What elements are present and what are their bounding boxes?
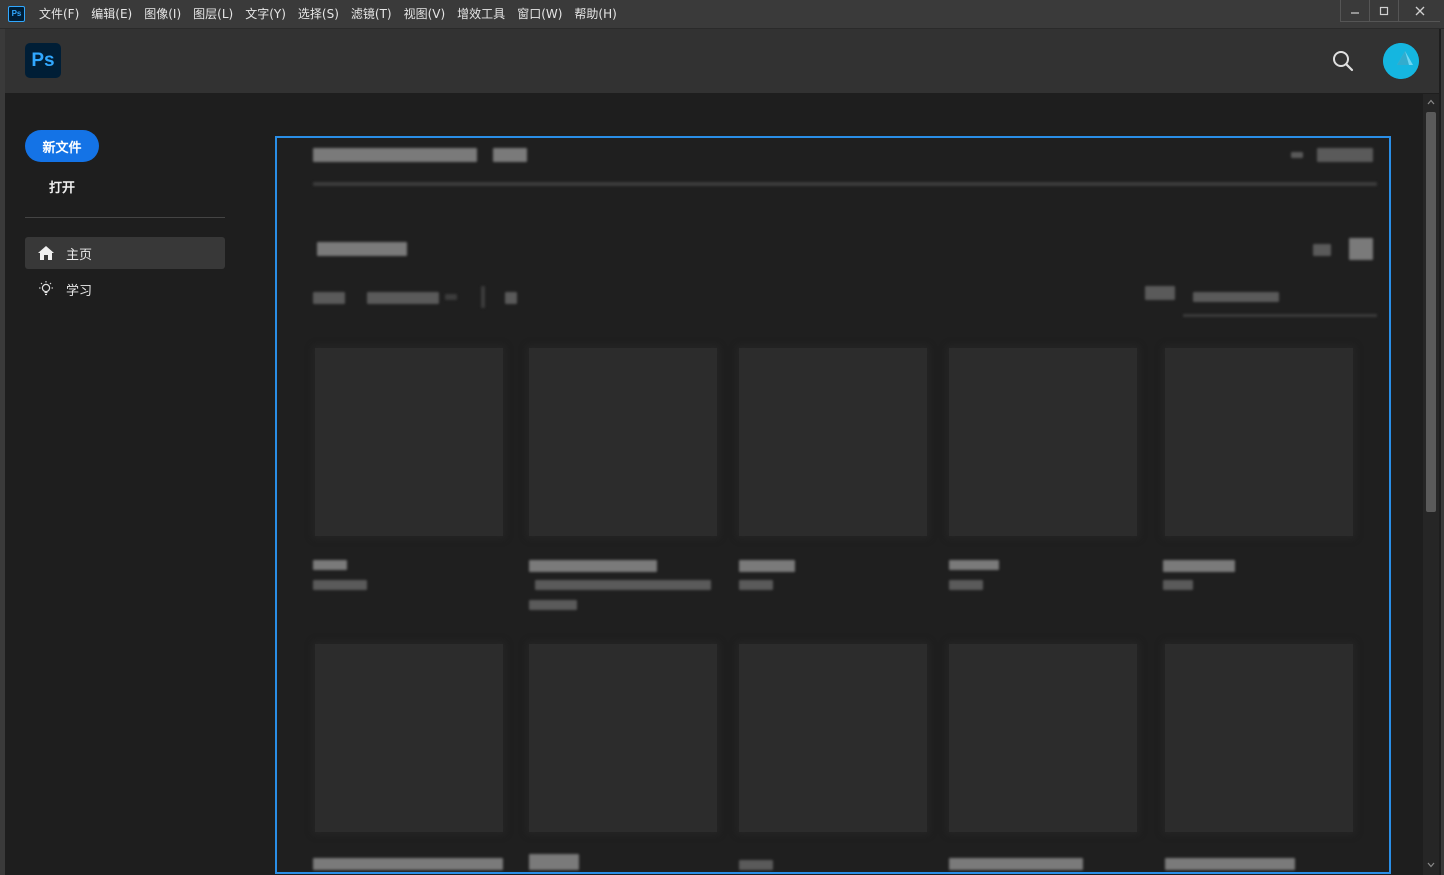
blurred-file-name (739, 860, 773, 870)
recent-file-thumbnail[interactable] (1165, 644, 1353, 832)
blurred-filter-underline (1183, 314, 1377, 317)
recent-file-thumbnail[interactable] (529, 348, 717, 536)
blurred-heading (313, 148, 477, 162)
blurred-filter-icon[interactable] (505, 292, 517, 304)
recent-file-thumbnail[interactable] (949, 348, 1137, 536)
close-button[interactable] (1398, 0, 1440, 22)
search-icon (1333, 51, 1354, 72)
recent-file-thumbnail[interactable] (315, 644, 503, 832)
blurred-file-name (739, 560, 795, 572)
recent-file-thumbnail[interactable] (315, 348, 503, 536)
blurred-file-name (949, 560, 999, 570)
scroll-down-button[interactable] (1423, 859, 1439, 871)
scrollbar-thumb[interactable] (1426, 112, 1436, 512)
search-button[interactable] (1331, 49, 1355, 73)
chevron-up-icon (1427, 99, 1435, 105)
new-file-button[interactable]: 新文件 (25, 130, 99, 162)
vertical-scrollbar[interactable] (1423, 94, 1439, 875)
menu-select[interactable]: 选择(S) (292, 0, 345, 29)
blurred-file-date (313, 580, 367, 590)
blurred-link[interactable] (1317, 148, 1373, 162)
maximize-icon (1379, 6, 1389, 15)
blurred-file-date (739, 580, 773, 590)
window-frame-left (0, 29, 5, 875)
blurred-file-name (949, 858, 1083, 870)
maximize-button[interactable] (1369, 0, 1398, 22)
blurred-file-path (535, 580, 711, 590)
blurred-file-name (313, 858, 503, 870)
blurred-file-name (529, 854, 579, 870)
menu-filter[interactable]: 滤镜(T) (345, 0, 398, 29)
blurred-filter-arrow (445, 294, 457, 300)
menubar: Ps 文件(F) 编辑(E) 图像(I) 图层(L) 文字(Y) 选择(S) 滤… (0, 0, 1444, 29)
blurred-section-title (317, 242, 407, 256)
blurred-file-name (529, 560, 657, 572)
menu-items: 文件(F) 编辑(E) 图像(I) 图层(L) 文字(Y) 选择(S) 滤镜(T… (33, 0, 623, 29)
scroll-up-button[interactable] (1423, 96, 1439, 108)
sidebar-item-label: 学习 (66, 283, 93, 299)
sidebar-divider (25, 217, 225, 218)
blurred-control[interactable] (1291, 152, 1303, 158)
menu-edit[interactable]: 编辑(E) (85, 0, 138, 29)
blurred-divider (313, 182, 1377, 186)
blurred-file-date (1163, 580, 1193, 590)
menu-help[interactable]: 帮助(H) (568, 0, 622, 29)
recent-file-thumbnail[interactable] (739, 348, 927, 536)
menu-view[interactable]: 视图(V) (398, 0, 452, 29)
blurred-file-date (529, 600, 577, 610)
avatar-graphic (1383, 43, 1419, 79)
lightbulb-icon (37, 280, 55, 298)
blurred-grid-view-toggle[interactable] (1349, 238, 1373, 260)
chevron-down-icon (1427, 862, 1435, 868)
menu-type[interactable]: 文字(Y) (239, 0, 292, 29)
blurred-filter-label (313, 292, 345, 304)
menu-layer[interactable]: 图层(L) (187, 0, 239, 29)
sidebar-item-learn[interactable]: 学习 (25, 273, 225, 305)
home-icon (37, 244, 55, 262)
blurred-list-view-toggle[interactable] (1313, 244, 1331, 256)
open-button[interactable]: 打开 (25, 172, 99, 200)
home-content-area (275, 136, 1391, 874)
close-icon (1415, 6, 1424, 15)
home-header: Ps (5, 29, 1439, 93)
blurred-file-name (1163, 560, 1235, 572)
menu-plugins[interactable]: 增效工具 (451, 0, 511, 29)
blurred-file-name (1165, 858, 1295, 870)
menu-window[interactable]: 窗口(W) (511, 0, 568, 29)
sidebar-item-home[interactable]: 主页 (25, 237, 225, 269)
blurred-filter-separator (481, 286, 485, 308)
blurred-filter-input[interactable] (1193, 292, 1279, 302)
blurred-file-name (313, 560, 347, 570)
blurred-filter-right-label (1145, 286, 1175, 300)
recent-file-thumbnail[interactable] (529, 644, 717, 832)
photoshop-app-icon[interactable]: Ps (8, 6, 25, 22)
avatar[interactable] (1383, 43, 1419, 79)
window-controls (1340, 0, 1440, 22)
recent-file-thumbnail[interactable] (1165, 348, 1353, 536)
minimize-icon (1351, 11, 1359, 14)
blurred-file-date (949, 580, 983, 590)
blurred-heading-extra (493, 148, 527, 162)
menu-file[interactable]: 文件(F) (33, 0, 85, 29)
menu-image[interactable]: 图像(I) (138, 0, 187, 29)
recent-file-thumbnail[interactable] (949, 644, 1137, 832)
photoshop-logo: Ps (25, 43, 61, 78)
recent-file-thumbnail[interactable] (739, 644, 927, 832)
sidebar-item-label: 主页 (66, 247, 93, 263)
minimize-button[interactable] (1340, 0, 1369, 22)
blurred-filter-dropdown[interactable] (367, 292, 439, 304)
